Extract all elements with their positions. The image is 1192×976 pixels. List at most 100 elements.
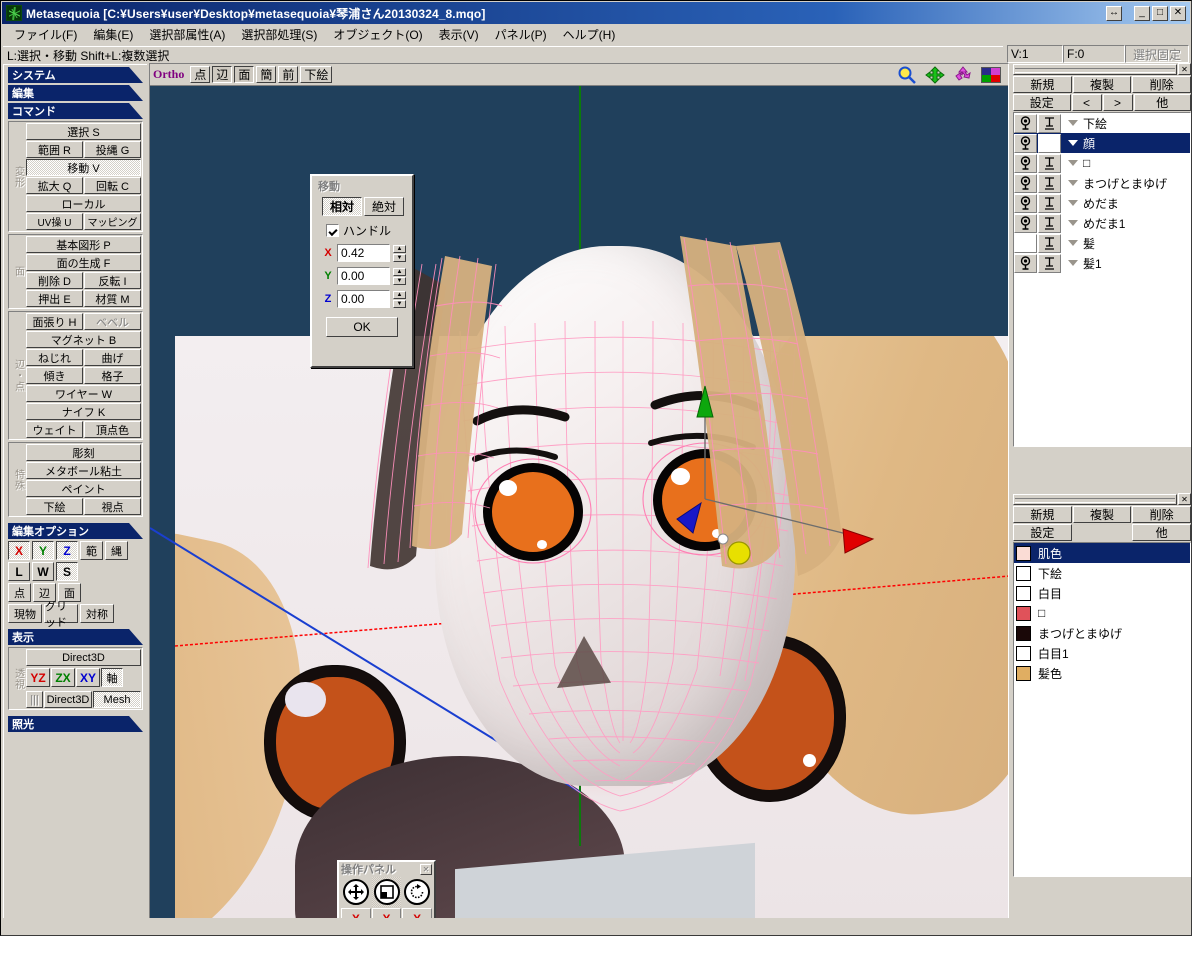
- cmd-uv-operate[interactable]: UV操 U: [26, 213, 83, 230]
- object-row-face[interactable]: 顔: [1014, 133, 1190, 153]
- object-row-shitae[interactable]: 下絵: [1014, 113, 1190, 133]
- panel-edit[interactable]: 編集: [8, 85, 143, 101]
- object-lock-icon[interactable]: [1038, 173, 1061, 193]
- rotate-icon[interactable]: [953, 65, 973, 84]
- object-duplicate-button[interactable]: 複製: [1072, 76, 1132, 93]
- object-row-lashes-brows[interactable]: まつげとまゆげ: [1014, 173, 1190, 193]
- object-expand-triangle[interactable]: [1068, 140, 1078, 146]
- object-row-eyeball1[interactable]: めだま1: [1014, 213, 1190, 233]
- material-new-button[interactable]: 新規: [1013, 506, 1072, 523]
- object-expand-triangle[interactable]: [1068, 260, 1078, 266]
- object-settings-button[interactable]: 設定: [1013, 94, 1071, 111]
- cmd-scale[interactable]: 拡大 Q: [26, 177, 83, 194]
- move-mode-absolute[interactable]: 絶対: [364, 197, 404, 216]
- cmd-bevel[interactable]: ベベル: [84, 313, 141, 330]
- move-input-x[interactable]: 0.42: [337, 244, 390, 262]
- object-visibility-icon[interactable]: [1014, 193, 1037, 213]
- opt-actual[interactable]: 現物: [8, 604, 42, 623]
- panel-lighting[interactable]: 照光: [8, 716, 143, 732]
- material-row-skin[interactable]: 肌色: [1014, 543, 1190, 563]
- object-other-button[interactable]: 他: [1133, 94, 1191, 111]
- cmd-lasso[interactable]: 投縄 G: [84, 141, 141, 158]
- material-other-button[interactable]: 他: [1132, 524, 1192, 541]
- material-row-sclera[interactable]: 白目: [1014, 583, 1190, 603]
- material-row-hair-color[interactable]: 髪色: [1014, 663, 1190, 683]
- menu-help[interactable]: ヘルプ(H): [555, 24, 624, 45]
- cmd-paint[interactable]: ペイント: [26, 480, 141, 497]
- material-settings-button[interactable]: 設定: [1013, 524, 1072, 541]
- material-panel-scrollbar[interactable]: [1013, 493, 1177, 505]
- menu-object[interactable]: オブジェクト(O): [325, 24, 430, 45]
- display-mesh-toggle[interactable]: Mesh: [93, 691, 141, 708]
- menu-edit[interactable]: 編集(E): [85, 24, 141, 45]
- object-lock-icon[interactable]: [1038, 213, 1061, 233]
- op-axis-x-1[interactable]: X: [341, 908, 371, 918]
- cmd-weight[interactable]: ウェイト: [26, 421, 83, 438]
- cmd-viewpoint[interactable]: 視点: [84, 498, 141, 515]
- material-delete-button[interactable]: 削除: [1132, 506, 1192, 523]
- restore-button[interactable]: ↔: [1106, 5, 1122, 21]
- object-lock-icon[interactable]: [1038, 253, 1061, 273]
- menu-panel[interactable]: パネル(P): [487, 24, 555, 45]
- object-visibility-icon[interactable]: [1014, 213, 1037, 233]
- material-color-swatch[interactable]: [1016, 645, 1031, 661]
- object-expand-triangle[interactable]: [1068, 180, 1078, 186]
- move-handle-checkbox-row[interactable]: ハンドル: [326, 222, 412, 239]
- cmd-local[interactable]: ローカル: [26, 195, 141, 212]
- display-pause-icon[interactable]: |||: [26, 691, 43, 708]
- object-next-button[interactable]: >: [1102, 94, 1133, 111]
- opt-grid[interactable]: グリッド: [44, 601, 78, 629]
- opt-range[interactable]: 範: [80, 541, 103, 560]
- material-color-swatch[interactable]: [1016, 545, 1031, 561]
- object-panel-scrollbar[interactable]: [1013, 63, 1177, 75]
- display-axis-yz[interactable]: YZ: [26, 668, 50, 687]
- object-visibility-icon[interactable]: [1014, 253, 1037, 273]
- material-duplicate-button[interactable]: 複製: [1072, 506, 1132, 523]
- move-mode-relative[interactable]: 相対: [322, 197, 362, 216]
- menu-selection-attributes[interactable]: 選択部属性(A): [141, 24, 233, 45]
- object-lock-icon[interactable]: [1038, 113, 1061, 133]
- operation-panel[interactable]: 操作パネル ✕: [337, 860, 436, 918]
- panel-display[interactable]: 表示: [8, 629, 143, 645]
- material-color-swatch[interactable]: [1016, 665, 1031, 681]
- cmd-bend[interactable]: 曲げ: [84, 349, 141, 366]
- object-expand-triangle[interactable]: [1068, 160, 1078, 166]
- object-visibility-icon[interactable]: [1014, 133, 1037, 153]
- object-visibility-icon[interactable]: [1014, 173, 1037, 193]
- move-spinner-x[interactable]: ▲ ▼: [393, 244, 406, 262]
- cmd-select[interactable]: 選択 S: [26, 123, 141, 140]
- transform-gizmo[interactable]: [405, 181, 885, 821]
- display-renderer-bottom[interactable]: Direct3D: [44, 691, 92, 708]
- object-lock-icon[interactable]: [1038, 133, 1061, 153]
- opt-l[interactable]: L: [8, 562, 30, 581]
- material-color-swatch[interactable]: [1016, 565, 1031, 581]
- cmd-bridge[interactable]: 面張り H: [26, 313, 83, 330]
- cmd-background-image[interactable]: 下絵: [26, 498, 83, 515]
- zoom-icon[interactable]: [897, 66, 917, 84]
- display-axis-xy[interactable]: XY: [76, 668, 100, 687]
- material-list[interactable]: 肌色 下絵 白目 □ まつげとまゆげ 白目1 髪色: [1013, 542, 1191, 877]
- panel-edit-options[interactable]: 編集オプション: [8, 523, 143, 539]
- object-expand-triangle[interactable]: [1068, 220, 1078, 226]
- cmd-wire[interactable]: ワイヤー W: [26, 385, 141, 402]
- object-lock-icon[interactable]: [1038, 153, 1061, 173]
- viewport-btn-face[interactable]: 面: [234, 66, 255, 83]
- menu-view[interactable]: 表示(V): [431, 24, 487, 45]
- move-handle-checkbox[interactable]: [326, 224, 339, 237]
- op-rotate-button[interactable]: [402, 877, 433, 907]
- opt-s[interactable]: S: [56, 562, 78, 581]
- color-palette-swatch[interactable]: [981, 66, 1001, 83]
- material-color-swatch[interactable]: [1016, 585, 1031, 601]
- cmd-delete[interactable]: 削除 D: [26, 272, 83, 289]
- object-row-hair1[interactable]: 髪1: [1014, 253, 1190, 273]
- object-row-eyeball[interactable]: めだま: [1014, 193, 1190, 213]
- material-row-sclera1[interactable]: 白目1: [1014, 643, 1190, 663]
- object-delete-button[interactable]: 削除: [1132, 76, 1192, 93]
- object-row-box[interactable]: □: [1014, 153, 1190, 173]
- op-axis-x-2[interactable]: X: [371, 908, 402, 918]
- object-new-button[interactable]: 新規: [1013, 76, 1072, 93]
- cmd-primitive[interactable]: 基本図形 P: [26, 236, 141, 253]
- move-ok-button[interactable]: OK: [326, 317, 398, 337]
- selection-lock-button[interactable]: 選択固定: [1125, 45, 1189, 63]
- move-input-z[interactable]: 0.00: [337, 290, 390, 308]
